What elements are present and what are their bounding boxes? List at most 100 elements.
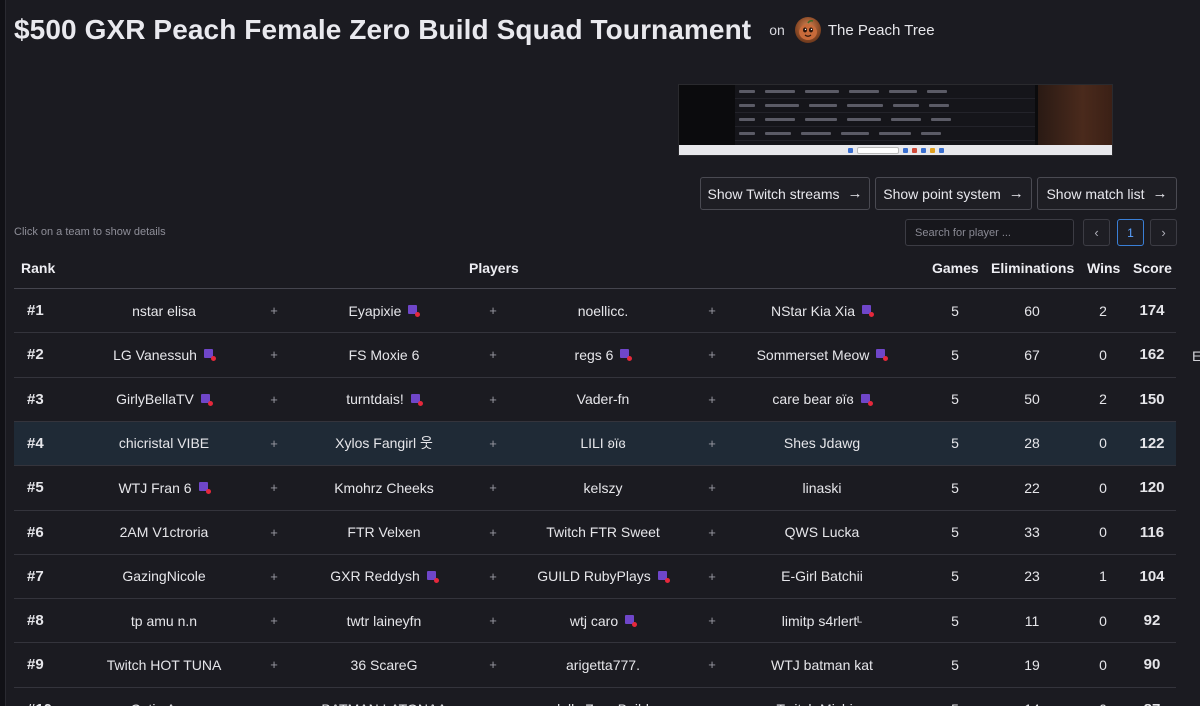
twitch-live-icon[interactable] bbox=[620, 349, 633, 362]
team-score-text: 174 bbox=[1139, 302, 1165, 319]
player-name[interactable]: Twitch FTR Sweet bbox=[513, 511, 693, 554]
player-name[interactable]: Kmohrz Cheeks bbox=[294, 466, 474, 509]
organizer-name-link[interactable]: The Peach Tree bbox=[828, 22, 935, 39]
player-name[interactable]: 36 ScareG bbox=[294, 643, 474, 686]
team-wins-text: 2 bbox=[1099, 391, 1107, 408]
player-name[interactable]: E-Girl Batchii bbox=[732, 555, 912, 598]
player-name[interactable]: Twitch Michico bbox=[732, 688, 912, 706]
player-name[interactable]: tp amu n.n bbox=[74, 599, 254, 642]
player-search-input[interactable] bbox=[905, 219, 1074, 246]
team-row[interactable]: #8 tp amu n.n + twtr laineyfn + wtj caro + limi… bbox=[14, 598, 1176, 642]
plus-separator: + bbox=[483, 289, 503, 332]
player-name[interactable]: GUILD RubyPlays bbox=[513, 555, 693, 598]
twitch-live-icon[interactable] bbox=[876, 349, 889, 362]
pagination-next-button[interactable]: › bbox=[1150, 219, 1177, 246]
team-row[interactable]: #10 Cutie Aces + BATMAN LATONAA + lolly Zero … bbox=[14, 686, 1176, 706]
twitch-live-icon[interactable] bbox=[862, 305, 875, 317]
twitch-live-icon[interactable] bbox=[860, 393, 873, 406]
player-name[interactable]: FTR Velxen bbox=[294, 511, 474, 554]
player-name[interactable]: QWS Lucka bbox=[732, 511, 912, 554]
player-name[interactable]: GirlyBellaTV bbox=[74, 378, 254, 421]
player-name[interactable]: WTJ Fran 6 bbox=[74, 466, 254, 509]
player-name[interactable]: wtj caro bbox=[513, 599, 693, 642]
team-rank-text: #6 bbox=[27, 523, 44, 541]
player-name[interactable]: lolly Zero Build bbox=[513, 688, 693, 706]
player-name[interactable]: regs 6 bbox=[513, 333, 693, 376]
player-name-text: GUILD RubyPlays bbox=[537, 568, 651, 585]
twitch-live-icon[interactable] bbox=[410, 393, 423, 406]
show-twitch-streams-button[interactable]: Show Twitch streams → bbox=[700, 177, 870, 210]
player-name[interactable]: chicristal VIBE bbox=[74, 422, 254, 465]
plus-separator: + bbox=[264, 333, 284, 376]
player-name[interactable]: NStar Kia Xia bbox=[732, 289, 912, 332]
stream-preview-thumbnail[interactable] bbox=[678, 84, 1113, 156]
team-games: 5 bbox=[944, 333, 966, 376]
player-name-text: regs 6 bbox=[574, 346, 614, 363]
clipped-side-text: E bbox=[1192, 348, 1200, 364]
team-row[interactable]: #5 WTJ Fran 6 + Kmohrz Cheeks + kelszy + linask… bbox=[14, 465, 1176, 509]
twitch-live-icon[interactable] bbox=[200, 393, 213, 406]
player-name[interactable]: Cutie Aces bbox=[74, 688, 254, 706]
show-match-list-button[interactable]: Show match list → bbox=[1037, 177, 1177, 210]
team-row[interactable]: #1 nstar elisa + Eyapixie + noellicc. + NStar K… bbox=[14, 288, 1176, 332]
player-name[interactable]: turntdais! bbox=[294, 378, 474, 421]
player-name[interactable]: LG Vanessuh bbox=[74, 333, 254, 376]
twitch-live-icon[interactable] bbox=[198, 482, 211, 495]
player-name[interactable]: limitp s4rlertᴸ bbox=[732, 599, 912, 642]
team-row[interactable]: #4 chicristal VIBE + Xylos Fangirl 웃 + LILI ʚ… bbox=[14, 420, 1176, 465]
twitch-live-icon[interactable] bbox=[625, 615, 638, 628]
player-name[interactable]: care bear ʚïɞ bbox=[732, 378, 912, 421]
plus-separator-text: + bbox=[489, 568, 497, 584]
plus-separator-text: + bbox=[489, 435, 497, 451]
team-wins: 0 bbox=[1093, 643, 1113, 686]
player-name[interactable]: WTJ batman kat bbox=[732, 643, 912, 686]
player-name[interactable]: nstar elisa bbox=[74, 289, 254, 332]
organizer-avatar[interactable] bbox=[794, 17, 821, 43]
pagination-prev-button[interactable]: ‹ bbox=[1083, 219, 1110, 246]
player-name[interactable]: 2AM V1ctroria bbox=[74, 511, 254, 554]
player-name[interactable]: arigetta777. bbox=[513, 643, 693, 686]
team-wins-text: 0 bbox=[1099, 612, 1107, 629]
player-name[interactable]: GazingNicole bbox=[74, 555, 254, 598]
player-name[interactable]: Vader-fn bbox=[513, 378, 693, 421]
twitch-live-icon[interactable] bbox=[657, 570, 670, 583]
player-name[interactable]: GXR Reddysh bbox=[294, 555, 474, 598]
team-games: 5 bbox=[944, 599, 966, 642]
click-team-hint: Click on a team to show details bbox=[14, 226, 166, 238]
team-rank-text: #8 bbox=[27, 612, 44, 630]
player-name-text: care bear ʚïɞ bbox=[772, 391, 854, 408]
team-eliminations-text: 11 bbox=[1024, 612, 1040, 629]
player-name[interactable]: kelszy bbox=[513, 466, 693, 509]
team-rank: #6 bbox=[27, 511, 44, 554]
player-name[interactable]: Twitch HOT TUNA bbox=[74, 643, 254, 686]
player-name[interactable]: FS Moxie 6 bbox=[294, 333, 474, 376]
team-score: 120 bbox=[1134, 466, 1170, 509]
twitch-live-icon[interactable] bbox=[426, 570, 439, 583]
player-name[interactable]: LILI ʚïɞ bbox=[513, 422, 693, 465]
team-eliminations-text: 28 bbox=[1024, 435, 1040, 452]
player-name[interactable]: noellicc. bbox=[513, 289, 693, 332]
plus-separator-text: + bbox=[270, 613, 278, 629]
player-name[interactable]: twtr laineyfn bbox=[294, 599, 474, 642]
team-row[interactable]: #9 Twitch HOT TUNA +36 ScareG + arigetta777.… bbox=[14, 642, 1176, 686]
team-row[interactable]: #7 GazingNicole + GXR Reddysh + GUILD RubyPla… bbox=[14, 553, 1176, 598]
plus-separator-text: + bbox=[270, 657, 278, 673]
plus-separator: + bbox=[264, 289, 284, 332]
twitch-live-icon[interactable] bbox=[408, 305, 421, 317]
player-name[interactable]: Xylos Fangirl 웃 bbox=[294, 422, 474, 465]
team-row[interactable]: #6 2AM V1ctroria + FTR Velxen + Twitch FTR Sw… bbox=[14, 509, 1176, 554]
player-name[interactable]: BATMAN LATONAA bbox=[294, 688, 474, 706]
player-name-text: arigetta777. bbox=[566, 656, 640, 673]
plus-separator: + bbox=[264, 422, 284, 465]
show-point-system-button[interactable]: Show point system → bbox=[875, 177, 1032, 210]
player-name[interactable]: Shes Jdawg bbox=[732, 422, 912, 465]
player-name[interactable]: linaski bbox=[732, 466, 912, 509]
twitch-live-icon[interactable] bbox=[203, 349, 216, 362]
player-name-text: nstar elisa bbox=[132, 302, 196, 319]
team-row[interactable]: #2 LG Vanessuh + FS Moxie 6 + regs 6 + Sommerse… bbox=[14, 332, 1176, 376]
team-row[interactable]: #3 GirlyBellaTV + turntdais! + Vader-fn + care … bbox=[14, 376, 1176, 421]
team-eliminations-text: 60 bbox=[1024, 302, 1040, 319]
player-name[interactable]: Eyapixie bbox=[294, 289, 474, 332]
player-name[interactable]: Sommerset Meow bbox=[732, 333, 912, 376]
pagination-page-1[interactable]: 1 bbox=[1117, 219, 1144, 246]
